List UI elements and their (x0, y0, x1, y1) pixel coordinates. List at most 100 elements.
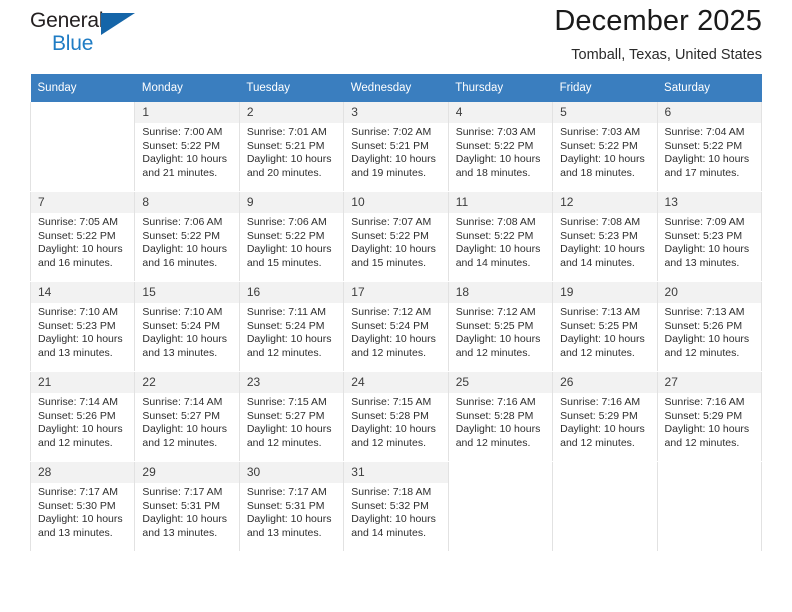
day-number: 5 (553, 102, 657, 123)
calendar-week-row: 1 Sunrise: 7:00 AM Sunset: 5:22 PM Daylight… (29, 102, 763, 192)
calendar-week-row: 7 Sunrise: 7:05 AM Sunset: 5:22 PM Daylight… (29, 191, 763, 282)
calendar-day-cell[interactable]: 16 Sunrise: 7:11 AM Sunset: 5:24 PM Dayligh… (238, 281, 345, 372)
day-details: Sunrise: 7:06 AM Sunset: 5:22 PM Daylight:… (135, 213, 238, 270)
sunrise-text: Sunrise: 7:15 AM (246, 396, 327, 408)
calendar-day-cell-empty (552, 461, 658, 552)
sunrise-text: Sunrise: 7:06 AM (142, 216, 223, 228)
sunset-text: Sunset: 5:23 PM (560, 229, 638, 242)
sunrise-text: Sunrise: 7:07 AM (351, 216, 432, 228)
calendar-day-cell[interactable]: 22 Sunrise: 7:14 AM Sunset: 5:27 PM Dayligh… (134, 371, 240, 462)
daylight-text: Daylight: 10 hours and 12 minutes. (664, 423, 750, 449)
sunrise-text: Sunrise: 7:17 AM (38, 486, 118, 498)
sunset-text: Sunset: 5:24 PM (142, 319, 221, 332)
calendar-day-cell[interactable]: 12 Sunrise: 7:08 AM Sunset: 5:23 PM Dayligh… (552, 191, 658, 282)
daylight-text: Daylight: 10 hours and 18 minutes. (560, 153, 645, 179)
day-number: 23 (239, 372, 344, 393)
day-details: Sunrise: 7:17 AM Sunset: 5:31 PM Daylight:… (240, 483, 343, 540)
daylight-text: Daylight: 10 hours and 12 minutes. (351, 333, 436, 359)
daylight-text: Daylight: 10 hours and 14 minutes. (351, 513, 436, 539)
calendar-day-cell[interactable]: 11 Sunrise: 7:08 AM Sunset: 5:22 PM Dayligh… (447, 191, 554, 282)
calendar-day-cell[interactable]: 19 Sunrise: 7:13 AM Sunset: 5:25 PM Dayligh… (552, 281, 658, 372)
day-details: Sunrise: 7:08 AM Sunset: 5:23 PM Daylight:… (553, 213, 656, 270)
calendar-day-cell[interactable]: 26 Sunrise: 7:16 AM Sunset: 5:29 PM Dayligh… (552, 371, 658, 462)
day-details: Sunrise: 7:16 AM Sunset: 5:29 PM Daylight:… (658, 393, 761, 450)
sunrise-text: Sunrise: 7:16 AM (664, 396, 745, 408)
calendar-day-cell[interactable]: 29 Sunrise: 7:17 AM Sunset: 5:31 PM Dayligh… (134, 461, 240, 552)
day-number: 8 (135, 192, 239, 213)
sunrise-text: Sunrise: 7:18 AM (351, 486, 432, 498)
day-number: 16 (239, 282, 344, 303)
day-details: Sunrise: 7:17 AM Sunset: 5:30 PM Daylight:… (31, 483, 134, 540)
sunrise-text: Sunrise: 7:14 AM (38, 396, 118, 408)
calendar-day-cell[interactable]: 23 Sunrise: 7:15 AM Sunset: 5:27 PM Dayligh… (238, 371, 345, 462)
calendar-day-cell[interactable]: 8 Sunrise: 7:06 AM Sunset: 5:22 PM Daylight… (134, 191, 240, 282)
day-details: Sunrise: 7:01 AM Sunset: 5:21 PM Daylight:… (240, 123, 343, 180)
weekday-header-wednesday: Wednesday (343, 74, 449, 102)
sunset-text: Sunset: 5:22 PM (38, 229, 116, 242)
calendar-day-cell[interactable]: 9 Sunrise: 7:06 AM Sunset: 5:22 PM Daylight… (238, 191, 345, 282)
calendar-day-cell[interactable]: 31 Sunrise: 7:18 AM Sunset: 5:32 PM Dayligh… (343, 461, 449, 552)
sunset-text: Sunset: 5:31 PM (246, 499, 325, 512)
calendar-day-cell[interactable]: 10 Sunrise: 7:07 AM Sunset: 5:22 PM Dayligh… (343, 191, 449, 282)
day-details: Sunrise: 7:09 AM Sunset: 5:23 PM Daylight:… (658, 213, 761, 270)
day-details: Sunrise: 7:11 AM Sunset: 5:24 PM Daylight:… (240, 303, 343, 360)
calendar-day-cell[interactable]: 3 Sunrise: 7:02 AM Sunset: 5:21 PM Daylight… (343, 102, 449, 192)
sunset-text: Sunset: 5:28 PM (351, 409, 429, 422)
general-blue-logo[interactable]: General Blue (30, 10, 200, 62)
day-details: Sunrise: 7:10 AM Sunset: 5:23 PM Daylight:… (31, 303, 134, 360)
daylight-text: Daylight: 10 hours and 12 minutes. (142, 423, 228, 449)
calendar-day-cell[interactable]: 2 Sunrise: 7:01 AM Sunset: 5:21 PM Daylight… (238, 102, 345, 192)
day-number (31, 102, 135, 123)
calendar-day-cell[interactable]: 15 Sunrise: 7:10 AM Sunset: 5:24 PM Dayligh… (134, 281, 240, 372)
calendar-day-cell-empty (29, 102, 136, 192)
day-number: 29 (135, 462, 239, 483)
sunrise-text: Sunrise: 7:06 AM (246, 216, 327, 228)
daylight-text: Daylight: 10 hours and 12 minutes. (455, 423, 541, 449)
calendar-day-cell[interactable]: 25 Sunrise: 7:16 AM Sunset: 5:28 PM Dayligh… (447, 371, 554, 462)
calendar-day-cell[interactable]: 5 Sunrise: 7:03 AM Sunset: 5:22 PM Daylight… (552, 102, 658, 192)
calendar-day-cell[interactable]: 28 Sunrise: 7:17 AM Sunset: 5:30 PM Dayligh… (29, 461, 136, 552)
daylight-text: Daylight: 10 hours and 13 minutes. (38, 513, 123, 539)
day-details: Sunrise: 7:06 AM Sunset: 5:22 PM Daylight:… (240, 213, 343, 270)
calendar-day-cell[interactable]: 6 Sunrise: 7:04 AM Sunset: 5:22 PM Daylight… (656, 102, 763, 192)
daylight-text: Daylight: 10 hours and 12 minutes. (246, 333, 332, 359)
day-number: 12 (553, 192, 657, 213)
daylight-text: Daylight: 10 hours and 14 minutes. (455, 243, 541, 269)
sunrise-text: Sunrise: 7:01 AM (246, 126, 327, 138)
day-details: Sunrise: 7:18 AM Sunset: 5:32 PM Daylight:… (344, 483, 447, 540)
calendar-day-cell[interactable]: 14 Sunrise: 7:10 AM Sunset: 5:23 PM Dayligh… (29, 281, 136, 372)
calendar-day-cell[interactable]: 21 Sunrise: 7:14 AM Sunset: 5:26 PM Dayligh… (29, 371, 136, 462)
day-number: 20 (657, 282, 761, 303)
sunrise-text: Sunrise: 7:03 AM (455, 126, 536, 138)
calendar-day-cell[interactable]: 20 Sunrise: 7:13 AM Sunset: 5:26 PM Dayligh… (656, 281, 763, 372)
daylight-text: Daylight: 10 hours and 14 minutes. (560, 243, 645, 269)
day-details: Sunrise: 7:15 AM Sunset: 5:27 PM Daylight:… (240, 393, 343, 450)
calendar-day-cell[interactable]: 30 Sunrise: 7:17 AM Sunset: 5:31 PM Dayligh… (238, 461, 345, 552)
calendar-day-cell[interactable]: 17 Sunrise: 7:12 AM Sunset: 5:24 PM Dayligh… (343, 281, 449, 372)
calendar-day-cell[interactable]: 1 Sunrise: 7:00 AM Sunset: 5:22 PM Daylight… (134, 102, 240, 192)
daylight-text: Daylight: 10 hours and 20 minutes. (246, 153, 332, 179)
daylight-text: Daylight: 10 hours and 21 minutes. (142, 153, 228, 179)
sunrise-text: Sunrise: 7:08 AM (455, 216, 536, 228)
sunset-text: Sunset: 5:25 PM (560, 319, 638, 332)
calendar-day-cell[interactable]: 27 Sunrise: 7:16 AM Sunset: 5:29 PM Dayligh… (656, 371, 763, 462)
calendar-day-cell[interactable]: 18 Sunrise: 7:12 AM Sunset: 5:25 PM Dayligh… (447, 281, 554, 372)
day-number: 21 (31, 372, 135, 393)
sunrise-text: Sunrise: 7:12 AM (455, 306, 536, 318)
logo-triangle-icon (101, 13, 135, 35)
daylight-text: Daylight: 10 hours and 13 minutes. (246, 513, 332, 539)
daylight-text: Daylight: 10 hours and 13 minutes. (142, 513, 228, 539)
day-number: 19 (553, 282, 657, 303)
day-number (448, 462, 553, 483)
day-details: Sunrise: 7:17 AM Sunset: 5:31 PM Daylight:… (135, 483, 238, 540)
calendar-day-cell[interactable]: 24 Sunrise: 7:15 AM Sunset: 5:28 PM Dayligh… (343, 371, 449, 462)
weekday-header-tuesday: Tuesday (239, 74, 344, 102)
calendar-day-cell[interactable]: 13 Sunrise: 7:09 AM Sunset: 5:23 PM Dayligh… (656, 191, 763, 282)
calendar-day-cell[interactable]: 4 Sunrise: 7:03 AM Sunset: 5:22 PM Daylight… (447, 102, 554, 192)
sunrise-text: Sunrise: 7:16 AM (455, 396, 536, 408)
day-number: 18 (448, 282, 553, 303)
day-number: 15 (135, 282, 239, 303)
daylight-text: Daylight: 10 hours and 17 minutes. (664, 153, 750, 179)
daylight-text: Daylight: 10 hours and 13 minutes. (38, 333, 123, 359)
calendar-day-cell[interactable]: 7 Sunrise: 7:05 AM Sunset: 5:22 PM Daylight… (29, 191, 136, 282)
